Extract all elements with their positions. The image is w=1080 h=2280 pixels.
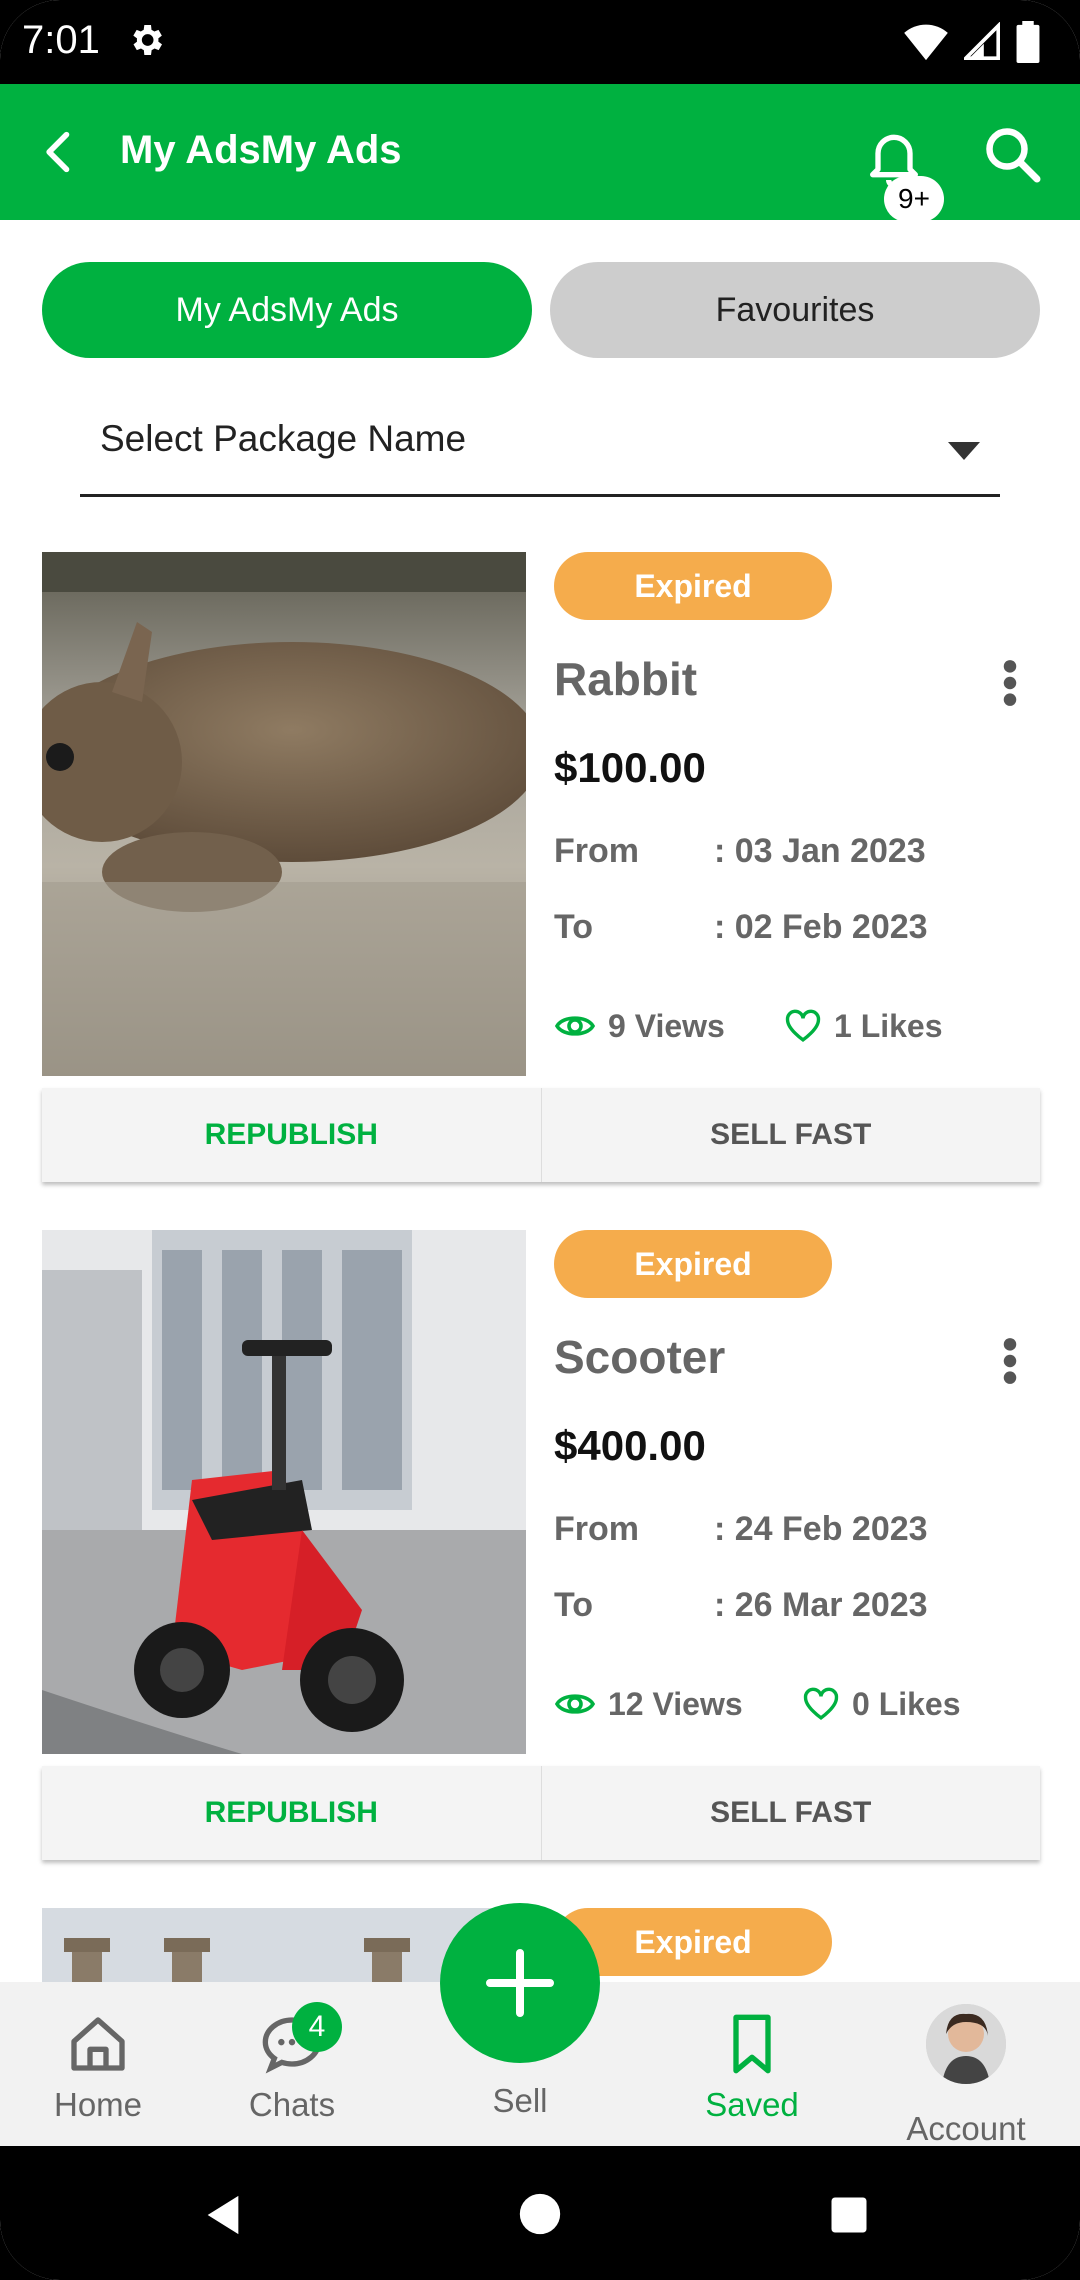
system-back-icon[interactable] <box>200 2192 246 2238</box>
heart-icon <box>803 1687 839 1720</box>
status-bar: 7:01 <box>0 0 1080 84</box>
ad-actions: REPUBLISH SELL FAST <box>42 1766 1040 1860</box>
screen: 7:01 My AdsMy Ads 9+ My AdsMy Ads Favour… <box>0 0 1080 2280</box>
republish-button[interactable]: REPUBLISH <box>42 1766 541 1860</box>
system-icons <box>904 20 1040 64</box>
page-title: My AdsMy Ads <box>120 128 402 172</box>
ad-photo-rabbit <box>42 552 526 1076</box>
ad-title: Rabbit <box>554 653 698 705</box>
ad-card[interactable]: Expired Scooter $400.00 From : 24 Feb 20… <box>42 1230 1040 1860</box>
likes-count: 1 Likes <box>834 1007 943 1044</box>
from-value: : 24 Feb 2023 <box>714 1510 928 1548</box>
nav-saved[interactable]: Saved <box>662 2012 842 2124</box>
republish-button[interactable]: REPUBLISH <box>42 1088 541 1182</box>
from-label: From <box>554 832 639 870</box>
nav-home[interactable]: Home <box>8 2012 188 2124</box>
ad-actions: REPUBLISH SELL FAST <box>42 1088 1040 1182</box>
system-recents-icon[interactable] <box>828 2194 870 2236</box>
nav-saved-label: Saved <box>705 2086 799 2123</box>
search-icon[interactable] <box>982 124 1042 184</box>
views-count: 9 Views <box>608 1007 725 1044</box>
settings-gear-icon <box>133 25 162 55</box>
nav-account[interactable]: Account <box>876 2110 1056 2148</box>
eye-icon <box>554 1016 596 1036</box>
tab-my-ads[interactable]: My AdsMy Ads <box>42 262 532 358</box>
from-value: : 03 Jan 2023 <box>714 832 926 870</box>
to-value: : 02 Feb 2023 <box>714 908 928 946</box>
sell-fast-button[interactable]: SELL FAST <box>540 1088 1041 1182</box>
status-badge: Expired <box>554 552 832 620</box>
ad-card[interactable]: Expired Rabbit $100.00 From : 03 Jan 202… <box>42 552 1040 1182</box>
views-stat: 9 Views <box>554 1004 725 1048</box>
to-value: : 26 Mar 2023 <box>714 1586 928 1624</box>
system-home-icon[interactable] <box>518 2192 562 2236</box>
account-avatar[interactable] <box>926 2004 1006 2084</box>
nav-home-label: Home <box>53 2086 143 2123</box>
status-badge: Expired <box>554 1230 832 1298</box>
likes-stat: 0 Likes <box>802 1682 961 1726</box>
chats-badge: 4 <box>292 2002 342 2052</box>
app-bar: My AdsMy Ads 9+ <box>0 84 1080 222</box>
more-options-icon[interactable] <box>1000 1336 1020 1386</box>
nav-sell-label: Sell <box>492 2082 548 2119</box>
notification-badge: 9+ <box>884 176 944 222</box>
likes-stat: 1 Likes <box>784 1004 943 1048</box>
ad-photo-scooter <box>42 1230 526 1754</box>
dropdown-caret-icon <box>948 442 980 460</box>
bookmark-icon <box>733 2014 771 2074</box>
back-arrow-icon[interactable] <box>34 126 86 178</box>
more-options-icon[interactable] <box>1000 658 1020 708</box>
status-time: 7:01 <box>22 18 100 62</box>
tab-favourites[interactable]: Favourites <box>550 262 1040 358</box>
home-icon <box>71 2017 125 2071</box>
heart-icon <box>785 1009 821 1042</box>
battery-icon <box>1016 21 1040 63</box>
to-label: To <box>554 1586 594 1624</box>
likes-count: 0 Likes <box>852 1685 961 1722</box>
views-count: 12 Views <box>608 1685 743 1722</box>
sell-fast-button[interactable]: SELL FAST <box>540 1766 1041 1860</box>
system-nav-bar <box>0 2146 1080 2280</box>
from-label: From <box>554 1510 639 1548</box>
signal-icon <box>964 22 1000 60</box>
nav-account-label: Account <box>906 2110 1026 2147</box>
ad-price: $100.00 <box>554 744 706 791</box>
sell-fab-button[interactable] <box>440 1903 600 2063</box>
wifi-icon <box>904 24 948 61</box>
eye-icon <box>554 1694 596 1714</box>
nav-chats-label: Chats <box>248 2086 336 2123</box>
views-stat: 12 Views <box>554 1682 743 1726</box>
package-select-text: Select Package Name <box>100 418 467 459</box>
plus-icon <box>486 1949 554 2017</box>
ad-price: $400.00 <box>554 1422 706 1469</box>
package-select[interactable]: Select Package Name <box>80 400 1000 497</box>
ad-title: Scooter <box>554 1331 726 1383</box>
to-label: To <box>554 908 594 946</box>
